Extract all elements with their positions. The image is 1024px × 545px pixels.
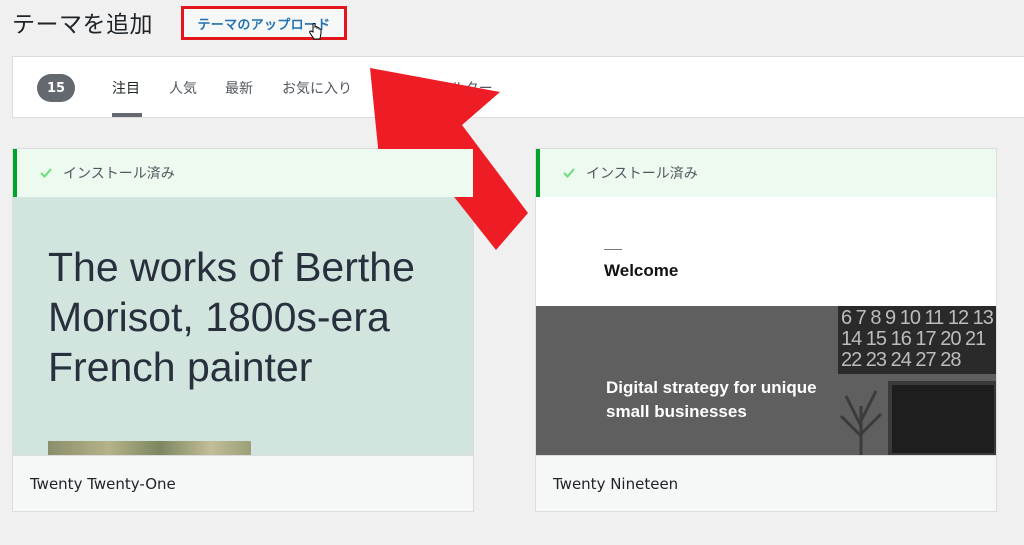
theme-card-twenty-twenty-one[interactable]: インストール済み The works of Berthe Morisot, 18… — [12, 148, 474, 512]
installed-label: インストール済み — [586, 166, 698, 182]
monitor-image — [888, 381, 996, 457]
theme-filter-bar: 15 注目 人気 最新 お気に入り 特徴フィルター — [12, 56, 1024, 118]
tab-feature-filter[interactable]: 特徴フィルター — [395, 78, 493, 98]
tab-featured[interactable]: 注目 — [112, 78, 140, 98]
theme-name: Twenty Twenty-One — [13, 455, 473, 511]
active-tab-indicator — [112, 113, 142, 117]
page-title: テーマを追加 — [12, 12, 153, 38]
theme-card-twenty-nineteen[interactable]: インストール済み Welcome 6 7 8 9 10 11 12 13 14 … — [535, 148, 997, 512]
installed-label: インストール済み — [63, 166, 175, 182]
preview-hero-image: 6 7 8 9 10 11 12 13 14 15 16 17 20 21 22… — [536, 306, 996, 457]
calendar-numbers: 6 7 8 9 10 11 12 13 14 15 16 17 20 21 22… — [841, 307, 994, 371]
preview-heading: The works of Berthe Morisot, 1800s-era F… — [48, 244, 415, 390]
checkmark-icon — [563, 168, 575, 178]
installed-notice: インストール済み — [13, 149, 473, 197]
tab-latest[interactable]: 最新 — [225, 78, 253, 98]
theme-count-badge: 15 — [37, 74, 75, 102]
checkmark-icon — [40, 168, 52, 178]
hand-cursor-icon — [309, 23, 322, 40]
preview-welcome: Welcome — [604, 261, 679, 280]
tab-popular[interactable]: 人気 — [169, 78, 197, 98]
theme-screenshot[interactable]: The works of Berthe Morisot, 1800s-era F… — [13, 197, 473, 457]
installed-notice: インストール済み — [536, 149, 996, 197]
theme-screenshot[interactable]: Welcome 6 7 8 9 10 11 12 13 14 15 16 17 … — [536, 197, 996, 457]
divider-line — [604, 249, 622, 250]
preview-hero-text: Digital strategy for unique small busine… — [606, 378, 817, 421]
theme-name: Twenty Nineteen — [536, 455, 996, 511]
tab-favorites[interactable]: お気に入り — [282, 78, 352, 98]
